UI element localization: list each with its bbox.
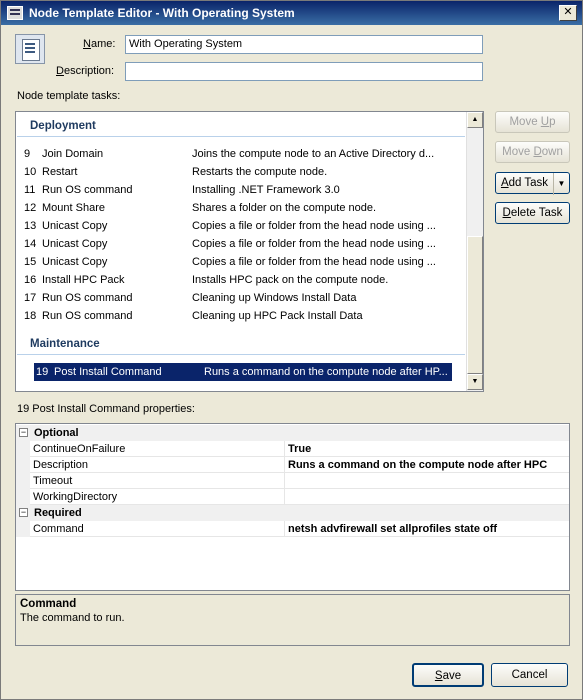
- move-up-button[interactable]: Move Up: [495, 111, 570, 133]
- help-title: Command: [20, 598, 77, 610]
- task-row[interactable]: 11 Run OS command Installing .NET Framewor…: [22, 181, 452, 199]
- description-label: Description:: [56, 65, 115, 77]
- task-row[interactable]: 10 Restart Restarts the compute node.: [22, 163, 452, 181]
- name-label: Name:: [83, 38, 116, 50]
- save-button[interactable]: Save: [412, 663, 484, 687]
- task-row[interactable]: 12 Mount Share Shares a folder on the comp…: [22, 199, 452, 217]
- add-task-dropdown-icon[interactable]: ▼: [553, 173, 569, 195]
- task-list-scrollbar[interactable]: ▲ ▼: [466, 112, 483, 391]
- window-title: Node Template Editor - With Operating Sy…: [29, 6, 295, 20]
- name-field[interactable]: With Operating System: [125, 35, 483, 54]
- description-field[interactable]: [125, 62, 483, 81]
- collapse-optional-icon[interactable]: −: [19, 428, 28, 437]
- scroll-down-arrow-icon[interactable]: ▼: [467, 374, 483, 390]
- property-grid[interactable]: − Optional ContinueOnFailure True Descrip…: [15, 423, 570, 591]
- task-row[interactable]: 13 Unicast Copy Copies a file or folder fr…: [22, 217, 452, 235]
- add-task-button[interactable]: Add Task ▼: [495, 172, 570, 195]
- group-header-deployment: Deployment: [17, 115, 465, 137]
- property-row[interactable]: WorkingDirectory: [16, 489, 569, 505]
- task-row[interactable]: 17 Run OS command Cleaning up Windows Inst…: [22, 289, 452, 307]
- task-row-selected[interactable]: 19 Post Install Command Runs a command on …: [34, 363, 452, 381]
- node-template-icon: [15, 34, 45, 64]
- title-bar[interactable]: Node Template Editor - With Operating Sy…: [1, 1, 582, 25]
- task-row[interactable]: 9 Join Domain Joins the compute node to an…: [22, 145, 452, 163]
- properties-label: 19 Post Install Command properties:: [17, 403, 195, 415]
- close-button[interactable]: ✕: [559, 5, 577, 21]
- window-icon: [7, 6, 23, 20]
- category-required[interactable]: − Required: [16, 505, 569, 521]
- task-row[interactable]: 16 Install HPC Pack Installs HPC pack on t…: [22, 271, 452, 289]
- property-row[interactable]: Description Runs a command on the compute…: [16, 457, 569, 473]
- task-row[interactable]: 18 Run OS command Cleaning up HPC Pack Ins…: [22, 307, 452, 325]
- task-list[interactable]: Deployment 9 Join Domain Joins the compute…: [15, 111, 484, 392]
- cancel-button[interactable]: Cancel: [491, 663, 568, 687]
- task-row[interactable]: 15 Unicast Copy Copies a file or folder fr…: [22, 253, 452, 271]
- task-row[interactable]: 14 Unicast Copy Copies a file or folder fr…: [22, 235, 452, 253]
- delete-task-button[interactable]: Delete Task: [495, 202, 570, 224]
- move-down-button[interactable]: Move Down: [495, 141, 570, 163]
- node-template-editor-window: Node Template Editor - With Operating Sy…: [0, 0, 583, 700]
- collapse-required-icon[interactable]: −: [19, 508, 28, 517]
- group-header-maintenance: Maintenance: [17, 333, 465, 355]
- property-help-panel: Command The command to run.: [15, 594, 570, 646]
- property-row[interactable]: ContinueOnFailure True: [16, 441, 569, 457]
- tasks-label: Node template tasks:: [17, 90, 121, 102]
- scroll-thumb[interactable]: [467, 236, 483, 374]
- property-row-selected[interactable]: Command netsh advfirewall set allprofiles…: [16, 521, 569, 537]
- help-text: The command to run.: [20, 612, 125, 624]
- property-row[interactable]: Timeout: [16, 473, 569, 489]
- scroll-up-arrow-icon[interactable]: ▲: [467, 112, 483, 128]
- category-optional[interactable]: − Optional: [16, 425, 569, 441]
